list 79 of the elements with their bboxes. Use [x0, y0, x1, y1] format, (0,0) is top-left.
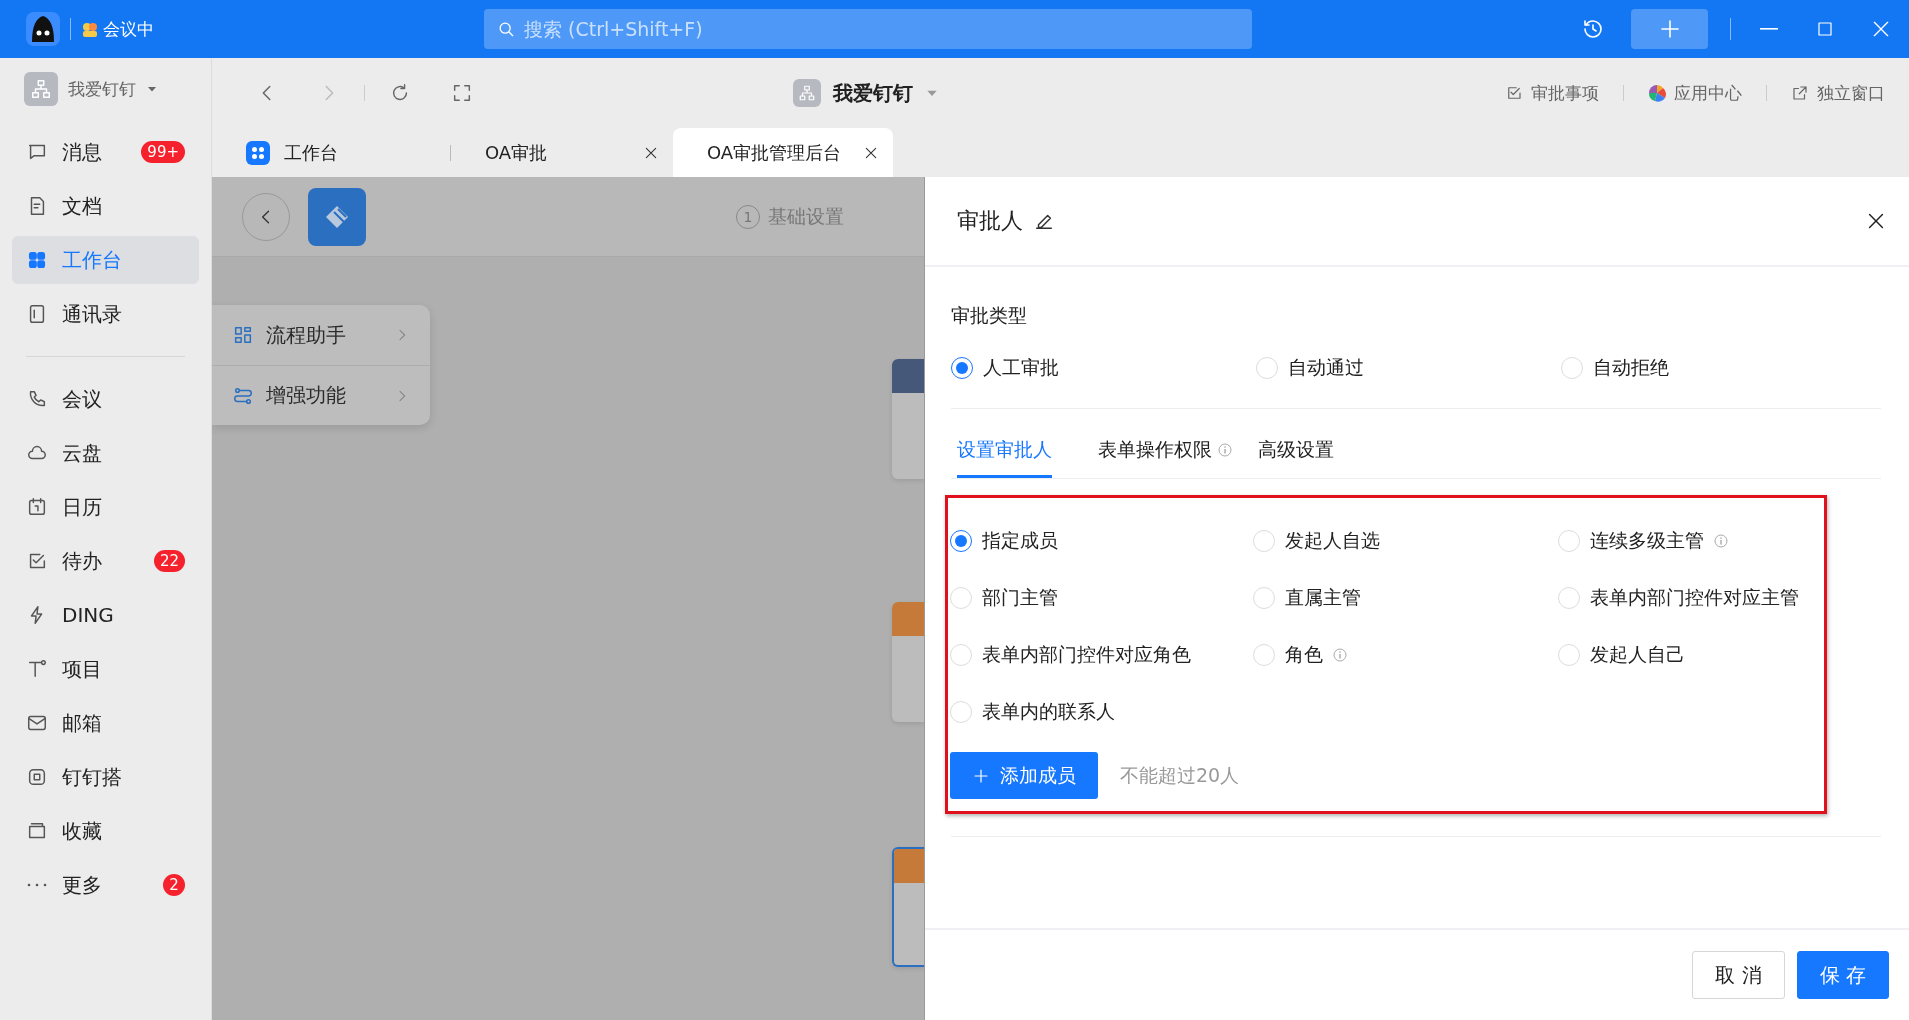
sidebar-item[interactable]: 更多 2: [12, 861, 199, 909]
settings-tab[interactable]: 高级设置: [1258, 423, 1334, 478]
org-avatar[interactable]: [24, 72, 58, 106]
sidebar-item[interactable]: 会议: [12, 375, 199, 423]
option-label: 表单内部门控件对应角色: [982, 641, 1191, 667]
cancel-button[interactable]: 取 消: [1692, 951, 1785, 999]
option-label: 表单内的联系人: [982, 698, 1115, 724]
toolbar-link[interactable]: 独立窗口: [1767, 81, 1909, 105]
minimize-icon: [1760, 28, 1778, 30]
add-member-button[interactable]: 添加成员: [950, 752, 1098, 799]
sidebar-item[interactable]: 待办 22: [12, 537, 199, 585]
info-icon: [1714, 533, 1728, 548]
limit-note: 不能超过20人: [1120, 762, 1240, 788]
option-label: 指定成员: [982, 527, 1058, 553]
radio-button[interactable]: [950, 529, 972, 552]
flow-node[interactable]: [892, 602, 924, 722]
menu-item[interactable]: 流程助手: [212, 305, 430, 365]
flow-node[interactable]: [892, 847, 924, 967]
section-label: 审批类型: [951, 303, 1028, 328]
meeting-status[interactable]: 会议中: [81, 17, 154, 41]
option-label: 部门主管: [982, 584, 1058, 610]
sidebar-item[interactable]: 项目: [12, 645, 199, 693]
browser-tab[interactable]: OA审批管理后台: [673, 128, 893, 177]
sidebar-item[interactable]: 云盘: [12, 429, 199, 477]
project-icon: [26, 658, 48, 680]
option-label: 角色: [1285, 641, 1323, 667]
expand-icon: [451, 82, 473, 104]
flow-node[interactable]: [892, 359, 924, 479]
option-label: 表单内部门控件对应主管: [1590, 584, 1799, 610]
settings-tab[interactable]: 设置审批人: [957, 423, 1052, 478]
option-label: 发起人自己: [1590, 641, 1685, 667]
info-icon: [1218, 443, 1232, 457]
maximize-icon: [1816, 20, 1834, 38]
sidebar-item[interactable]: 文档: [12, 182, 199, 230]
sidebar-item[interactable]: 通讯录: [12, 290, 199, 338]
option-label: 自动拒绝: [1593, 354, 1669, 380]
option-label: 连续多级主管: [1590, 527, 1704, 553]
square-icon: [26, 766, 48, 788]
grid-icon: [232, 324, 254, 346]
form-logo: [308, 187, 366, 246]
external-window-icon: [1791, 84, 1809, 102]
count-badge: 99+: [141, 141, 185, 163]
toolbar-link[interactable]: 审批事项: [1481, 81, 1623, 105]
org-avatar[interactable]: [793, 79, 821, 107]
meeting-icon: [81, 20, 99, 38]
drawer-title: 审批人: [957, 207, 1023, 235]
org-title[interactable]: 我爱钉钉: [833, 79, 913, 107]
browser-tab[interactable]: 工作台: [212, 128, 450, 177]
sidebar-item[interactable]: 收藏: [12, 807, 199, 855]
sidebar-item[interactable]: 邮箱: [12, 699, 199, 747]
org-chart-icon: [30, 78, 52, 100]
close-icon: [1871, 19, 1891, 39]
calendar-icon: [26, 496, 48, 518]
option-label: 直属主管: [1285, 584, 1361, 610]
apps-icon: [26, 249, 48, 271]
info-icon: [1333, 647, 1347, 662]
option-label: 人工审批: [983, 354, 1059, 380]
settings-tab[interactable]: 表单操作权限: [1098, 423, 1232, 478]
sidebar-item[interactable]: DING: [12, 591, 199, 639]
history-icon: [1581, 17, 1605, 41]
count-badge: 22: [153, 550, 185, 572]
toolbar-link[interactable]: 应用中心: [1624, 81, 1766, 105]
option-label: 自动通过: [1288, 354, 1364, 380]
apps-icon: [246, 140, 270, 165]
add-button[interactable]: [1631, 9, 1708, 49]
option-label: 发起人自选: [1285, 527, 1380, 553]
menu-item[interactable]: 增强功能: [212, 365, 430, 425]
app-logo[interactable]: [26, 12, 60, 46]
count-badge: 2: [163, 874, 185, 896]
sidebar-item[interactable]: 消息 99+: [12, 128, 199, 176]
sidebar-item[interactable]: 钉钉搭: [12, 753, 199, 801]
org-chart-icon: [798, 84, 816, 102]
checkbox-icon: [1505, 84, 1523, 102]
org-name[interactable]: 我爱钉钉: [68, 77, 136, 101]
radio-button[interactable]: [951, 356, 973, 379]
pinwheel-icon: [1648, 84, 1666, 102]
sidebar-item[interactable]: 日历: [12, 483, 199, 531]
browser-tab[interactable]: OA审批: [451, 128, 673, 177]
save-button[interactable]: 保 存: [1796, 951, 1889, 999]
